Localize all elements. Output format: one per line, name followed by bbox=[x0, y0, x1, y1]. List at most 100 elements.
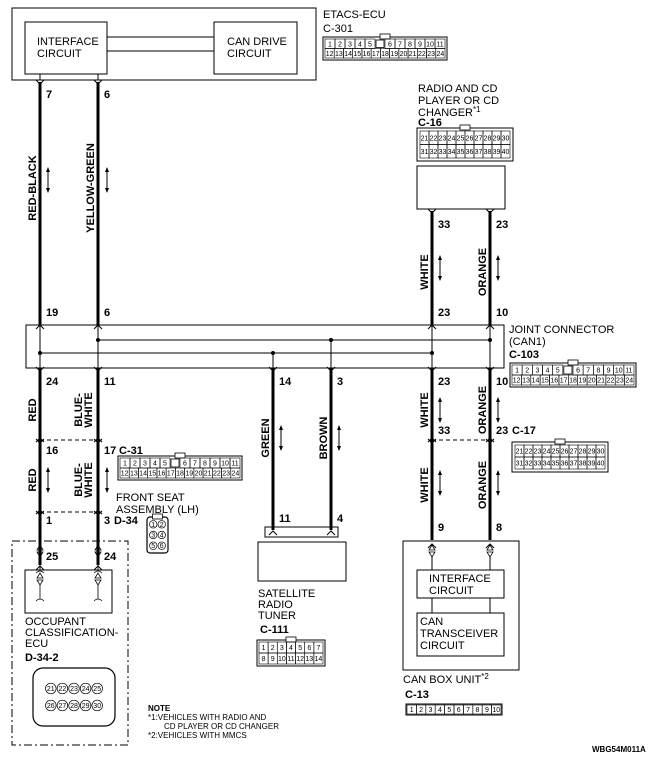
connector-pin-number: 34 bbox=[448, 149, 456, 156]
connector-pin-number: 28 bbox=[484, 135, 492, 142]
connector-pin-number: 3 bbox=[348, 41, 352, 48]
connector-pin-number: 23 bbox=[222, 471, 230, 478]
pin-label: 25 bbox=[46, 551, 58, 563]
radio-name-2: PLAYER OR CD bbox=[418, 95, 499, 107]
connector-pin-number: 4 bbox=[546, 368, 550, 375]
wire-color-label: WHITE bbox=[83, 462, 95, 497]
wire-color-label: ORANGE bbox=[477, 386, 489, 434]
satellite-name-3: TUNER bbox=[258, 610, 296, 622]
pin-label: 23 bbox=[496, 425, 508, 437]
bidirectional-arrow-icon bbox=[496, 470, 500, 496]
pin-label: 24 bbox=[104, 551, 117, 563]
connector-pin-number: 2 bbox=[338, 41, 342, 48]
wire-color-label: BROWN bbox=[318, 417, 330, 460]
bidirectional-arrow-icon bbox=[438, 397, 442, 423]
connector-pin-number: 22 bbox=[213, 471, 221, 478]
satellite-connector-id: C-111 bbox=[260, 624, 289, 636]
joint-connector: JOINT CONNECTOR (CAN1) C-103 bbox=[25, 324, 614, 369]
connector-pin-number: 19 bbox=[390, 51, 398, 58]
connector-pin-number: 22 bbox=[525, 449, 533, 456]
connector-pin-number: 35 bbox=[552, 461, 560, 468]
bidirectional-arrow-icon bbox=[496, 255, 500, 281]
connector-face-c301: 1 2 3 4 5 6 7 8 9 10 1112 13 14 15 16 17 18 19 20 21 22 23 24 bbox=[322, 33, 448, 61]
connector-pin-number: 21 bbox=[516, 449, 524, 456]
can-transceiver-2: TRANSCEIVER bbox=[420, 628, 498, 640]
wire-color-label: GREEN bbox=[260, 418, 272, 457]
connector-pin-number: 35 bbox=[457, 149, 465, 156]
connector-pin-number: 10 bbox=[221, 461, 229, 468]
splice-dot bbox=[430, 351, 434, 355]
connector-pin-number: 38 bbox=[484, 149, 492, 156]
pin-label: 11 bbox=[279, 513, 291, 525]
connector-pin-number: 28 bbox=[70, 703, 78, 710]
connector-pin-number: 22 bbox=[607, 378, 615, 385]
pin-label: 1 bbox=[46, 515, 52, 527]
connector-pin-number: 22 bbox=[59, 686, 67, 693]
signal-io-icon bbox=[93, 572, 103, 602]
pin-label: 10 bbox=[496, 376, 508, 388]
wire-color-label: WHITE bbox=[419, 254, 431, 289]
pin-label: 33 bbox=[438, 425, 450, 437]
connector-pin-number: 20 bbox=[195, 471, 203, 478]
connector-pin-number: 24 bbox=[543, 449, 551, 456]
connector-pin-number: 19 bbox=[578, 378, 586, 385]
pin-label: 23 bbox=[438, 376, 450, 388]
connector-pin-number: 30 bbox=[93, 703, 101, 710]
connector-pin-number: 27 bbox=[570, 449, 578, 456]
connector-pin-number: 33 bbox=[439, 149, 447, 156]
wire-color-label: WHITE bbox=[419, 467, 431, 502]
connector-pin-number: 5 bbox=[368, 41, 372, 48]
connector-pin-number: 18 bbox=[569, 378, 577, 385]
can-box-unit: INTERFACE CIRCUIT CAN TRANSCEIVER CIRCUI… bbox=[402, 540, 520, 701]
connector-pin-number: 5 bbox=[556, 368, 560, 375]
etacs-name: ETACS-ECU bbox=[323, 9, 386, 21]
connector-pin-number: 23 bbox=[439, 135, 447, 142]
pin-label: 33 bbox=[438, 219, 450, 231]
connector-pin-number: 23 bbox=[70, 686, 78, 693]
connector-pin-number: 29 bbox=[82, 703, 90, 710]
connector-pin-number: 40 bbox=[597, 461, 605, 468]
occupant-connector-id: D-34-2 bbox=[25, 652, 59, 664]
connector-pin-number: 6 bbox=[457, 707, 461, 714]
splice-dot bbox=[96, 338, 100, 342]
wire-color-label: WHITE bbox=[83, 392, 95, 427]
connector-pin-number: 10 bbox=[492, 707, 500, 714]
connector-pin-number: 30 bbox=[597, 449, 605, 456]
connector-pin-number: 4 bbox=[153, 461, 157, 468]
connector-pin-number: 1 bbox=[410, 707, 414, 714]
pin-label: 3 bbox=[337, 376, 343, 388]
pin-label: 24 bbox=[46, 376, 59, 388]
connector-pin-number: 6 bbox=[307, 645, 311, 652]
pin-label: 16 bbox=[46, 445, 58, 457]
connector-pin-number: 39 bbox=[493, 149, 501, 156]
can-transceiver-1: CAN bbox=[420, 616, 443, 628]
bidirectional-arrow-icon bbox=[438, 470, 442, 496]
wire-color-label: RED bbox=[27, 398, 39, 421]
connector-pin-number: 13 bbox=[305, 656, 313, 663]
connector-pin-number: 11 bbox=[287, 656, 294, 663]
connector-pin-number: 15 bbox=[353, 51, 361, 58]
connector-pin-number: 18 bbox=[381, 51, 389, 58]
connector-pin-number: 10 bbox=[615, 368, 623, 375]
connector-pin-number: 17 bbox=[372, 51, 380, 58]
can-drive-label-1: CAN DRIVE bbox=[227, 36, 287, 48]
can-wiring-diagram: INTERFACE CIRCUIT CAN DRIVE CIRCUIT ETAC… bbox=[11, 7, 646, 754]
connector-pin-number: 13 bbox=[335, 51, 343, 58]
connector-pin-number: 8 bbox=[262, 656, 266, 663]
connector-pin-number: 14 bbox=[315, 656, 323, 663]
connector-pin-number: 13 bbox=[130, 471, 138, 478]
bidirectional-arrow-icon bbox=[105, 467, 109, 493]
joint-name-2: (CAN1) bbox=[509, 336, 546, 348]
connector-pin-number: 32 bbox=[525, 461, 533, 468]
connector-pin-number: 26 bbox=[47, 703, 55, 710]
connector-pin-number: 21 bbox=[421, 135, 429, 142]
connector-pin-number: 5 bbox=[163, 461, 167, 468]
front-seat-name-1: FRONT SEAT bbox=[116, 492, 185, 504]
connector-pin-number: 10 bbox=[278, 656, 286, 663]
connector-pin-number: 13 bbox=[522, 378, 530, 385]
connector-pin-number: 12 bbox=[513, 378, 521, 385]
connector-pin-number: 23 bbox=[616, 378, 624, 385]
splice-dot bbox=[271, 351, 275, 355]
connector-pin-number: 17 bbox=[560, 378, 568, 385]
connector-pin-number: 11 bbox=[625, 368, 632, 375]
